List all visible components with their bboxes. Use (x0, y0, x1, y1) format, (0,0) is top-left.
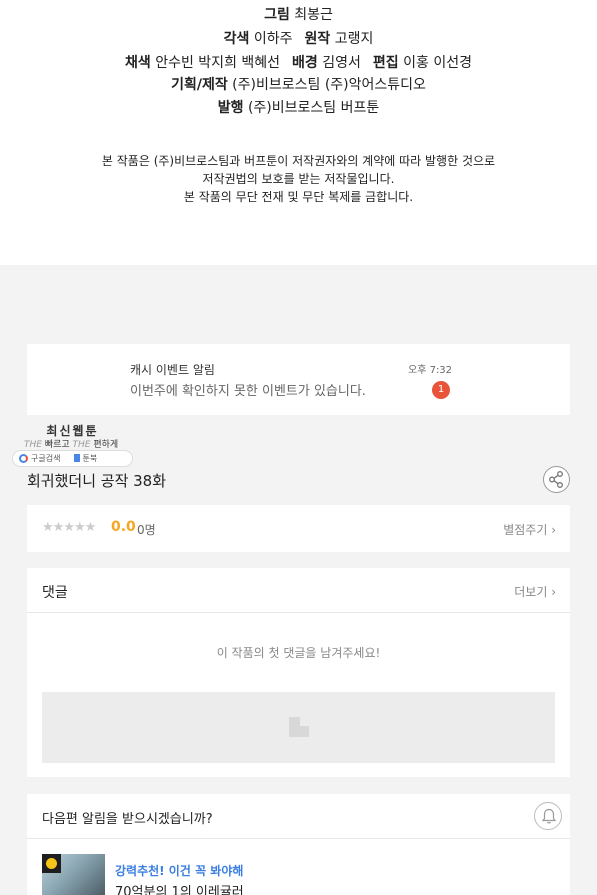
rating-count: 0명 (137, 523, 156, 537)
next-alert-question: 다음편 알림을 받으시겠습니까? (42, 812, 213, 827)
promo-title[interactable]: 70억분의 1의 이레귤러 (115, 881, 244, 895)
comment-input-area[interactable] (42, 692, 555, 763)
star-icon[interactable]: ★ (85, 520, 97, 535)
credit-role: 채색 (125, 55, 151, 71)
book-icon (74, 454, 81, 462)
share-icon (549, 471, 563, 488)
google-icon (19, 454, 28, 463)
comments-empty-message: 이 작품의 첫 댓글을 남겨주세요! (216, 646, 381, 660)
credit-role: 원작 (304, 31, 331, 47)
comments-header: 댓글 더보기 › (27, 568, 570, 613)
credit-names: (주)비브로스팀 버프툰 (243, 100, 380, 116)
star-rating: ★★★★★ (42, 520, 97, 535)
copyright-line: 저작권법의 보호를 받는 저작물입니다. (202, 172, 395, 186)
credit-names: 최봉근 (289, 7, 333, 23)
credit-role: 발행 (217, 100, 244, 116)
site-logo[interactable]: 최신웹툰 THE 빠르고 THE 편하게 구글검색 툰북 (12, 421, 133, 468)
share-button[interactable] (543, 466, 570, 493)
comments-card: 댓글 더보기 › 이 작품의 첫 댓글을 남겨주세요! (27, 568, 570, 777)
comments-more-link[interactable]: 더보기 › (514, 583, 556, 600)
credit-names: 안수빈 박지희 백혜선 (150, 55, 281, 71)
episode-title: 회귀했더니 공작 38화 (27, 472, 167, 490)
copyright-line: 본 작품의 무단 전재 및 무단 복제를 금합니다. (183, 190, 414, 204)
notification-badge: 1 (432, 381, 450, 399)
credit-names: (주)비브로스팀 (주)악어스튜디오 (227, 77, 426, 93)
rating-card: ★★★★★ 0.0 0명 별점주기 › (27, 505, 570, 552)
credit-line: 그림 최봉근 (0, 4, 597, 24)
credit-line: 기획/제작 (주)비브로스팀 (주)악어스튜디오 (0, 74, 597, 94)
credit-line: 채색 안수빈 박지희 백혜선 배경 김영서 편집 이홍 이선경 (0, 52, 597, 72)
star-icon[interactable]: ★ (74, 520, 86, 535)
notification-message: 이번주에 확인하지 못한 이벤트가 있습니다. (130, 384, 366, 399)
credits-section: 그림 최봉근각색 이하주 원작 고랭지채색 안수빈 박지희 백혜선 배경 김영서 편집… (0, 0, 597, 265)
next-episode-alert-card: 다음편 알림을 받으시겠습니까? 강력추천! 이건 꼭 봐야해 70억분의 1의… (27, 794, 570, 895)
notification-time: 오후 7:32 (408, 365, 453, 376)
credit-role: 각색 (223, 31, 250, 47)
star-icon[interactable]: ★ (42, 520, 54, 535)
next-alert-header: 다음편 알림을 받으시겠습니까? (27, 794, 570, 839)
clock-icon (42, 854, 61, 873)
credit-names: 김영서 (317, 55, 361, 71)
promo-label[interactable]: 강력추천! 이건 꼭 봐야해 (115, 862, 243, 879)
credit-names: 이홍 이선경 (398, 55, 472, 71)
credit-names: 고랭지 (330, 31, 374, 47)
credit-role: 배경 (292, 55, 318, 71)
search-pill: 구글검색 툰북 (12, 450, 133, 467)
credit-role: 그림 (264, 7, 290, 23)
site-tagline: THE 빠르고 THE 편하게 (24, 440, 119, 450)
rate-button[interactable]: 별점주기 › (503, 521, 556, 538)
cash-event-notification[interactable]: 캐시 이벤트 알림 이번주에 확인하지 못한 이벤트가 있습니다. 오후 7:3… (27, 344, 570, 415)
credit-line: 각색 이하주 원작 고랭지 (0, 28, 597, 48)
copyright-line: 본 작품은 (주)비브로스팀과 버프툰이 저작권자와의 계약에 따라 발행한 것… (101, 154, 496, 168)
bell-icon (541, 808, 557, 824)
comments-title: 댓글 (42, 585, 68, 601)
notify-toggle-button[interactable] (534, 802, 562, 830)
star-icon[interactable]: ★ (53, 520, 65, 535)
notification-title: 캐시 이벤트 알림 (130, 363, 215, 377)
image-placeholder-icon (289, 717, 309, 737)
star-icon[interactable]: ★ (63, 520, 75, 535)
credit-names: 이하주 (249, 31, 293, 47)
rating-score: 0.0 (111, 519, 136, 535)
credit-line: 발행 (주)비브로스팀 버프툰 (0, 97, 597, 117)
credit-role: 기획/제작 (171, 77, 228, 93)
credit-role: 편집 (372, 55, 399, 71)
promo-thumbnail[interactable] (42, 854, 105, 895)
